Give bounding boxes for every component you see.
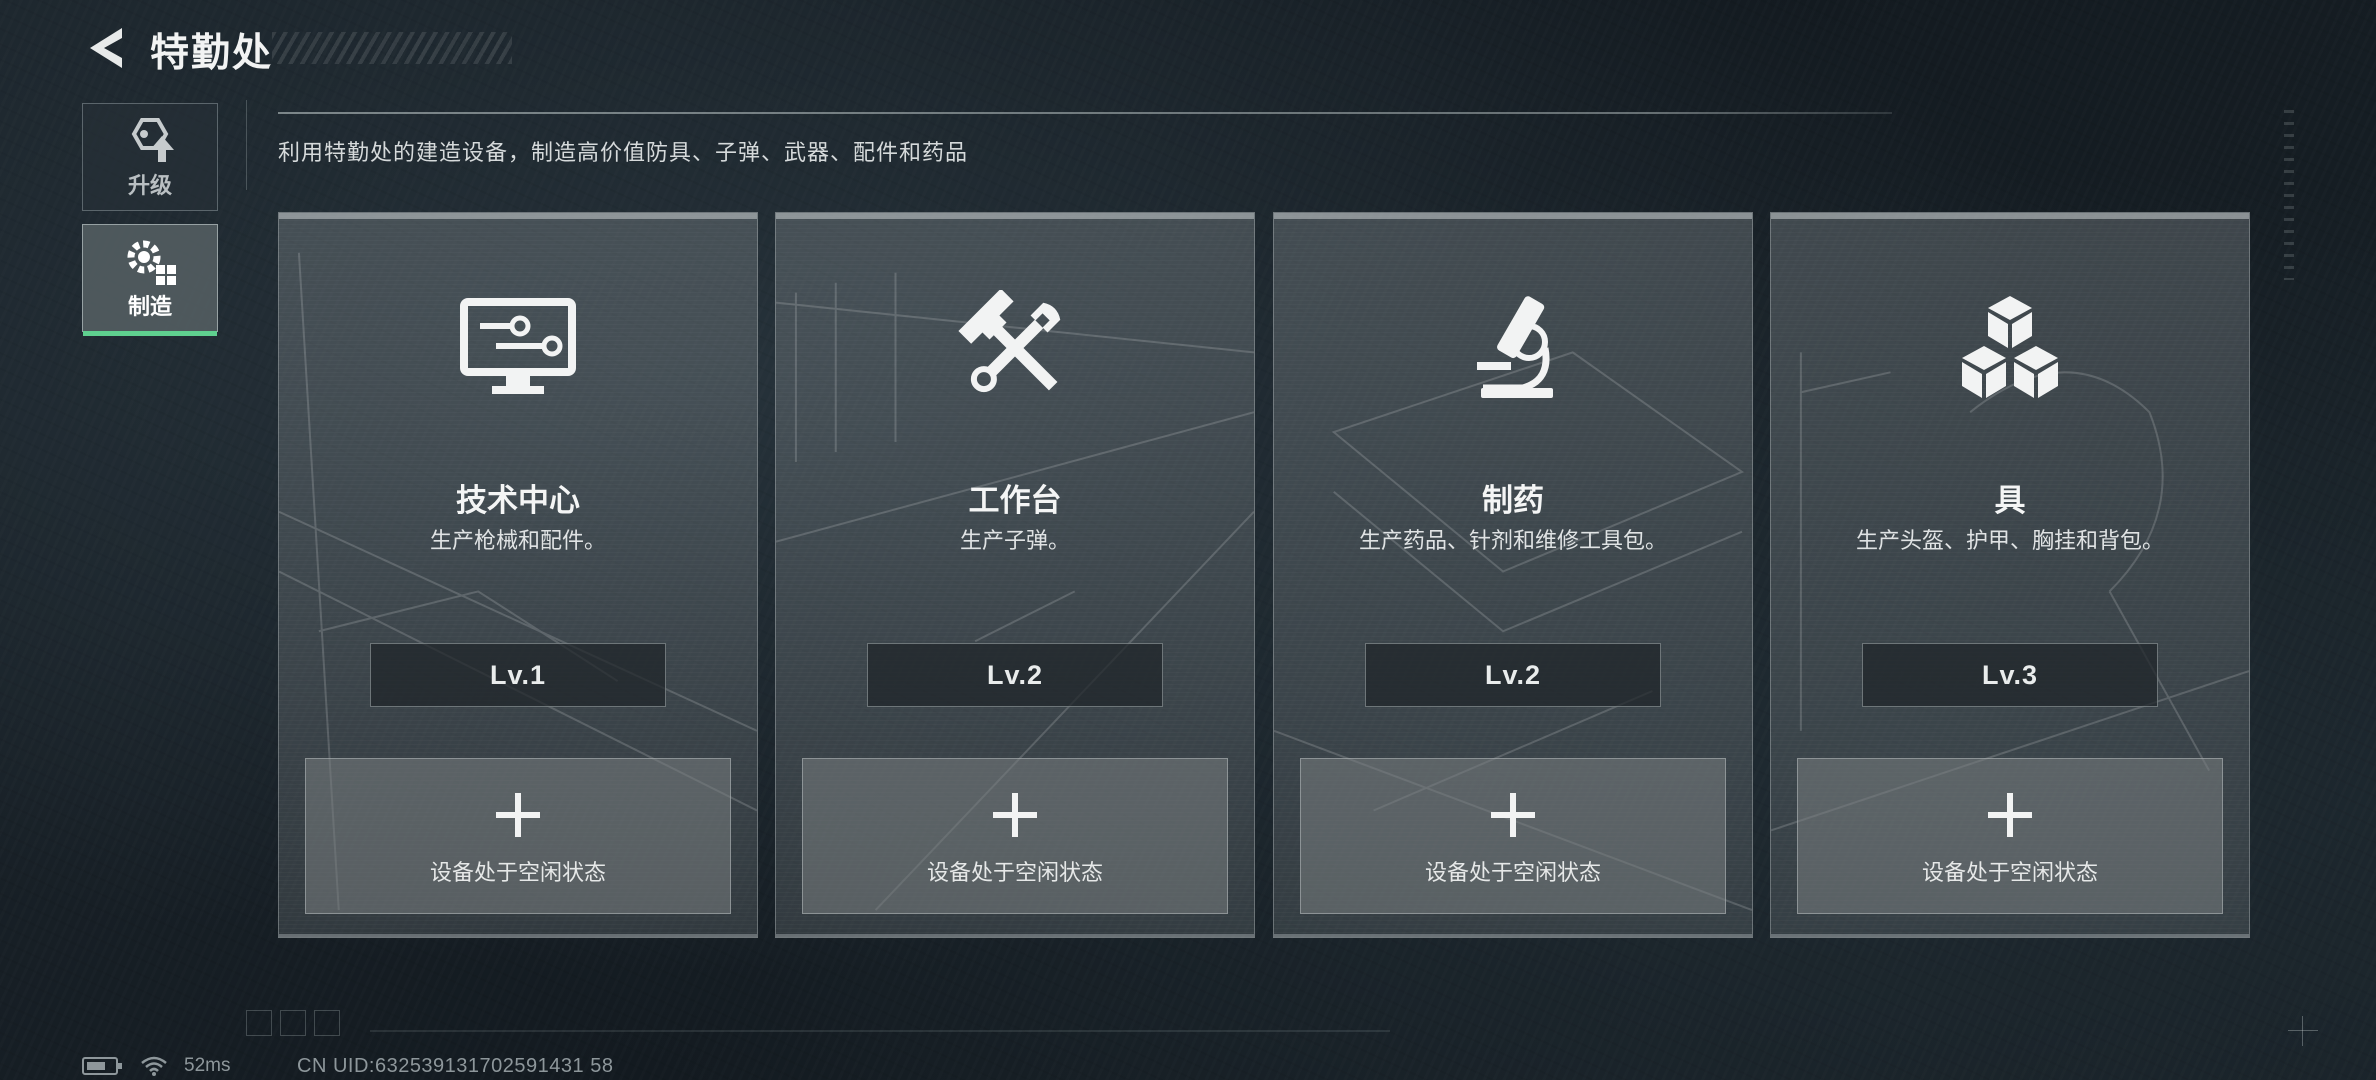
user-uid: CN UID:632539131702591431 58 <box>297 1055 614 1077</box>
page-title: 特勤处 <box>150 32 274 75</box>
level-badge: Lv.2 <box>1365 643 1661 707</box>
plus-icon <box>993 793 1037 837</box>
level-badge: Lv.3 <box>1862 643 2158 707</box>
slot-status-text: 设备处于空闲状态 <box>926 860 1103 885</box>
title-decoration <box>272 32 512 64</box>
divider <box>246 100 247 190</box>
level-badge: Lv.2 <box>867 643 1163 707</box>
ping-value: 52ms <box>184 1055 231 1076</box>
corner-crosshair <box>2288 1016 2318 1046</box>
back-button[interactable] <box>80 24 128 72</box>
card-title: 具 <box>1994 483 2026 518</box>
nav-tab-upgrade[interactable]: 升级 <box>82 103 218 211</box>
plus-icon <box>1988 793 2032 837</box>
card-description: 生产子弹。 <box>959 528 1070 553</box>
slot-status-text: 设备处于空闲状态 <box>1921 860 2098 885</box>
facility-card-gear[interactable]: 具 生产头盔、护甲、胸挂和背包。 Lv.3 设备处于空闲状态 <box>1770 212 2250 938</box>
card-description: 生产头盔、护甲、胸挂和背包。 <box>1855 528 2164 553</box>
production-slot-button[interactable]: 设备处于空闲状态 <box>1797 758 2223 914</box>
card-title: 技术中心 <box>456 483 580 518</box>
header-rule <box>278 112 1892 114</box>
card-title: 工作台 <box>968 483 1062 518</box>
facility-card-workbench[interactable]: 工作台 生产子弹。 Lv.2 设备处于空闲状态 <box>775 212 1255 938</box>
slot-status-text: 设备处于空闲状态 <box>429 860 606 885</box>
bottom-decoration <box>246 1010 340 1036</box>
production-slot-button[interactable]: 设备处于空闲状态 <box>305 758 731 914</box>
wifi-icon <box>141 1056 167 1076</box>
battery-icon <box>82 1057 122 1075</box>
slot-status-text: 设备处于空闲状态 <box>1424 860 1601 885</box>
card-description: 生产药品、针剂和维修工具包。 <box>1358 528 1667 553</box>
production-slot-button[interactable]: 设备处于空闲状态 <box>1300 758 1726 914</box>
card-title: 制药 <box>1482 483 1544 518</box>
status-bar: 52ms <box>82 1055 230 1077</box>
back-arrow-icon <box>90 28 122 68</box>
card-description: 生产枪械和配件。 <box>429 528 606 553</box>
level-badge: Lv.1 <box>370 643 666 707</box>
cubes-icon <box>1945 283 2075 413</box>
facility-card-pharmacy[interactable]: 制药 生产药品、针剂和维修工具包。 Lv.2 设备处于空闲状态 <box>1273 212 1753 938</box>
active-tab-indicator <box>83 331 217 336</box>
nav-craft-label: 制造 <box>127 294 172 319</box>
bottom-rule <box>370 1030 1390 1032</box>
plus-icon <box>1491 793 1535 837</box>
page-subtitle: 利用特勤处的建造设备，制造高价值防具、子弹、武器、配件和药品 <box>278 140 969 165</box>
nav-upgrade-label: 升级 <box>127 173 172 198</box>
production-slot-button[interactable]: 设备处于空闲状态 <box>802 758 1228 914</box>
hammer-wrench-icon <box>950 283 1080 413</box>
microscope-icon <box>1448 283 1578 413</box>
facility-card-tech-center[interactable]: 技术中心 生产枪械和配件。 Lv.1 设备处于空闲状态 <box>278 212 758 938</box>
monitor-icon <box>453 283 583 413</box>
plus-icon <box>496 793 540 837</box>
side-decoration <box>2284 110 2294 280</box>
upgrade-icon <box>131 118 174 162</box>
gear-blocks-icon <box>127 240 176 285</box>
nav-tab-craft[interactable]: 制造 <box>82 224 218 336</box>
facility-cards: 技术中心 生产枪械和配件。 Lv.1 设备处于空闲状态 工作台 生产子弹。 Lv… <box>278 212 2250 938</box>
